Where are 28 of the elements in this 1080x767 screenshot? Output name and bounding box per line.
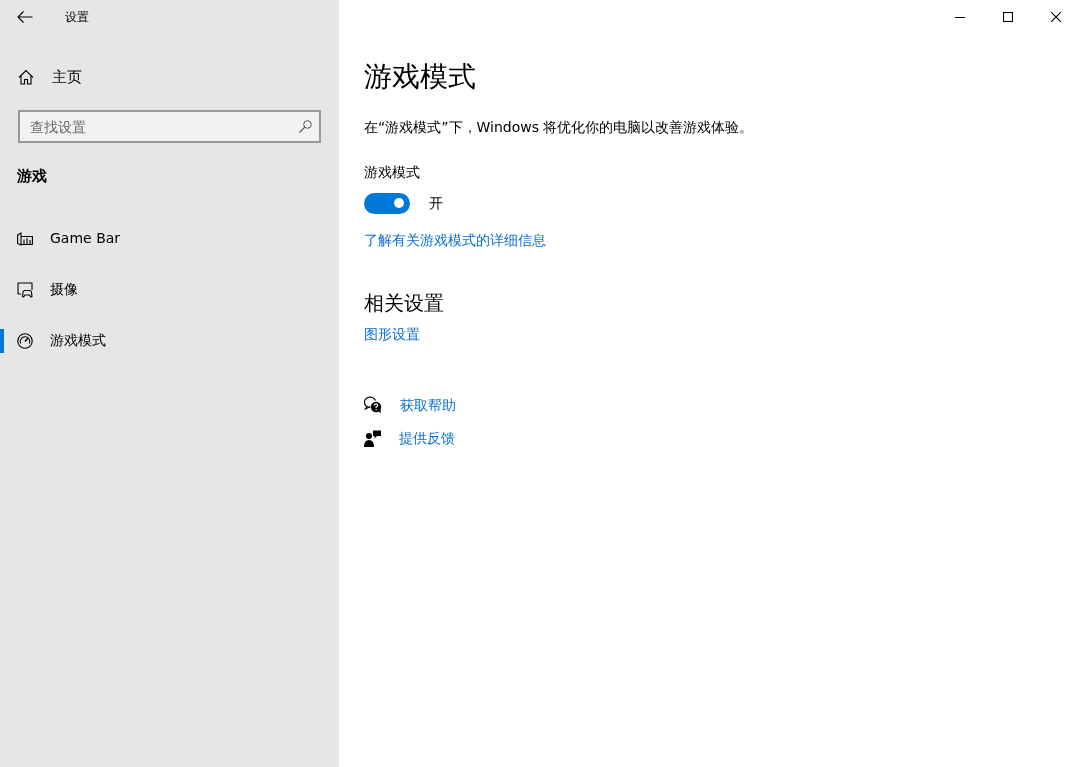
sidebar-item[interactable]: 摄像	[0, 264, 339, 315]
settings-link[interactable]: 图形设置	[364, 323, 420, 345]
description-text: 在“游戏模式”下，Windows 将优化你的电脑以改善游戏体验。	[364, 118, 754, 137]
section-heading: 游戏	[16, 166, 48, 186]
section-heading: 相关设置	[364, 290, 444, 317]
page-title: 游戏模式	[364, 59, 476, 95]
home-link[interactable]: 主页	[0, 57, 339, 97]
feedback-link[interactable]: 提供反馈	[364, 426, 455, 450]
help-link[interactable]: 获取帮助	[364, 393, 456, 417]
help-chat-icon	[364, 396, 382, 414]
search-field[interactable]: 查找设置	[18, 110, 321, 143]
window-title: 设置	[65, 9, 89, 26]
bar-panel-icon	[17, 231, 33, 246]
toggle-label: 游戏模式	[364, 163, 420, 182]
minimize-icon	[955, 16, 965, 18]
sidebar-item[interactable]: Game Bar	[0, 213, 339, 264]
search-icon	[299, 120, 312, 133]
maximize-icon	[1003, 12, 1013, 22]
sidebar-item[interactable]: 游戏模式	[0, 315, 339, 366]
learn-more-link[interactable]: 了解有关游戏模式的详细信息	[364, 229, 546, 251]
home-icon	[18, 69, 34, 85]
back-arrow-icon	[17, 11, 33, 23]
toggle-state-label: 开	[429, 193, 443, 213]
toggle-switch[interactable]	[364, 192, 410, 214]
gauge-icon	[17, 332, 33, 349]
close-icon	[1051, 12, 1061, 22]
person-speech-icon	[364, 429, 381, 447]
screen-controller-icon	[17, 281, 33, 298]
